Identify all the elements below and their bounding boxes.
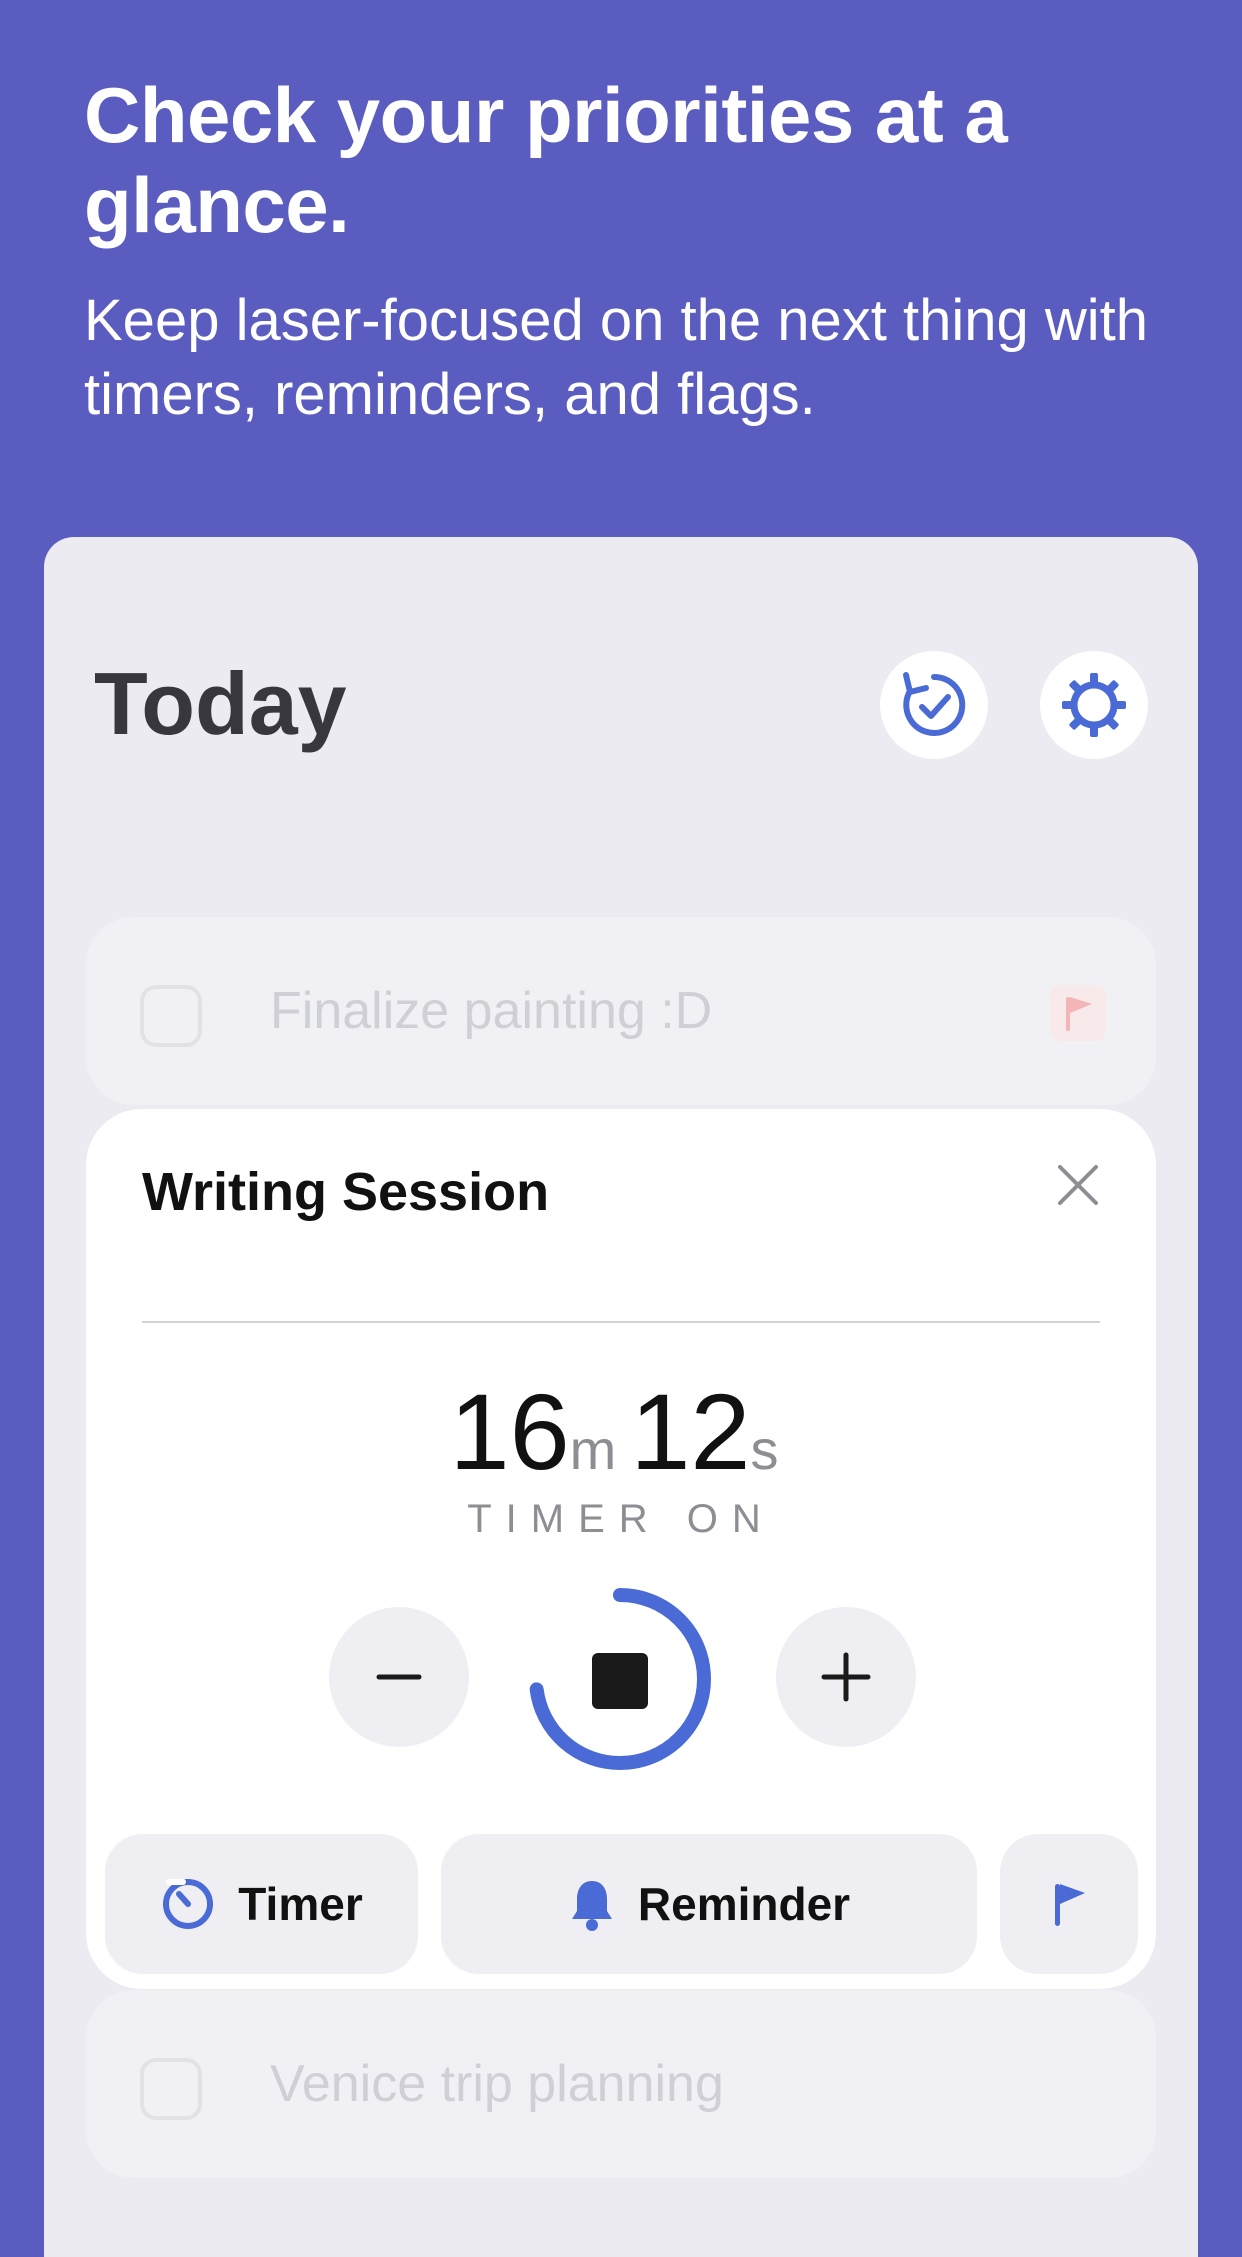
settings-button[interactable] <box>1040 651 1148 759</box>
promo-title: Check your priorities at a glance. <box>84 71 1008 249</box>
page-title: Today <box>94 654 347 753</box>
refresh-check-icon <box>903 672 966 736</box>
reminder-button[interactable]: Reminder <box>441 1834 977 1974</box>
timer-button[interactable]: Timer <box>105 1834 418 1974</box>
stop-icon <box>592 1653 648 1709</box>
bell-icon <box>571 1881 612 1931</box>
flag-icon <box>1055 1884 1085 1926</box>
timer-readout: 16m 12s <box>86 1369 1156 1494</box>
timer-minutes-unit: m <box>569 1418 617 1481</box>
promo-subtitle: Keep laser-focused on the next thing wit… <box>84 288 1148 427</box>
completed-tasks-button[interactable] <box>880 651 988 759</box>
task-checkbox[interactable] <box>140 2058 202 2120</box>
task-title: Writing Session <box>142 1162 550 1222</box>
gear-icon <box>1062 673 1126 737</box>
timer-seconds: 12 <box>630 1371 751 1492</box>
timer-status: TIMER ON <box>467 1497 775 1541</box>
list-item[interactable]: Finalize painting :D <box>86 917 1156 1105</box>
decrease-time-button[interactable] <box>329 1607 469 1747</box>
list-item[interactable]: Venice trip planning <box>86 1990 1156 2178</box>
task-detail-card: Writing Session 16m 12s TIMER ON Timer R… <box>86 1109 1156 1989</box>
timer-button-label: Timer <box>238 1878 363 1930</box>
close-button[interactable] <box>1050 1157 1106 1213</box>
timer-minutes: 16 <box>449 1371 570 1492</box>
flag-icon[interactable] <box>1050 985 1106 1041</box>
reminder-button-label: Reminder <box>637 1878 851 1930</box>
task-label: Venice trip planning <box>270 2055 724 2113</box>
increase-time-button[interactable] <box>776 1607 916 1747</box>
close-icon <box>1058 1165 1098 1205</box>
plus-icon <box>821 1652 871 1702</box>
task-checkbox[interactable] <box>140 985 202 1047</box>
flag-button[interactable] <box>1000 1834 1138 1974</box>
stop-timer-button[interactable] <box>562 1623 678 1739</box>
promo-header: Check your priorities at a glance. Keep … <box>84 70 1164 432</box>
divider <box>142 1321 1100 1323</box>
minus-icon <box>376 1674 422 1680</box>
timer-icon <box>163 1879 214 1929</box>
task-label: Finalize painting :D <box>270 982 713 1040</box>
timer-seconds-unit: s <box>750 1418 779 1481</box>
app-screen: Today Finalize painting :D Writing Sessi… <box>44 537 1198 2257</box>
